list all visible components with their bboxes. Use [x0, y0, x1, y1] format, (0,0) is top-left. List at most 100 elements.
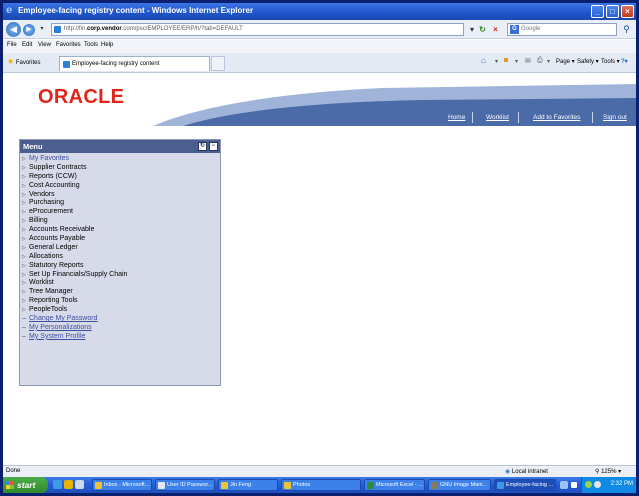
taskbar-label: Inbox - Microsoft...	[104, 482, 150, 488]
taskbar-button-folder[interactable]: Jin Feng	[218, 479, 278, 491]
menu-item[interactable]: ▷ Supplier Contracts	[22, 164, 218, 173]
refresh-pagelet-icon[interactable]: ↻	[198, 142, 207, 151]
feeds-icon[interactable]: ◙	[504, 57, 508, 64]
security-zone: ◉ Local intranet	[505, 468, 548, 475]
mail-icon[interactable]: ✉	[525, 57, 531, 65]
menu-tools[interactable]: Tools	[84, 42, 98, 48]
taskbar-button-gimp[interactable]: GNU Image Mani...	[428, 479, 491, 491]
zoom-control[interactable]: ⚲ 125% ▾	[595, 468, 621, 475]
url-prefix: http://fin.	[64, 26, 88, 32]
menu-item[interactable]: ▷ Set Up Financials/Supply Chain	[22, 271, 218, 280]
menu-item[interactable]: ▷ Reports (CCW)	[22, 173, 218, 182]
menu-item[interactable]: – Change My Password	[22, 315, 218, 324]
menu-favorites[interactable]: Favorites	[56, 42, 81, 48]
menu-item[interactable]: ▷ Statutory Reports	[22, 262, 218, 271]
menu-title: Menu	[23, 142, 43, 151]
language-icon[interactable]	[560, 481, 568, 489]
worklist-link[interactable]: Worklist	[486, 114, 509, 121]
windows-logo-icon	[6, 481, 14, 489]
expand-triangle-icon: ▷	[22, 271, 26, 278]
help-icon[interactable]: ?▾	[621, 58, 628, 65]
new-tab-button[interactable]	[211, 56, 225, 71]
menu-item[interactable]: ▷ Accounts Receivable	[22, 226, 218, 235]
zone-label: Local intranet	[511, 469, 548, 475]
chevron-down-icon[interactable]: ▾	[515, 58, 518, 65]
browser-tab[interactable]: Employee-facing registry content	[59, 56, 210, 71]
menu-item[interactable]: ▷ Vendors	[22, 191, 218, 200]
back-button[interactable]: ◀	[6, 22, 21, 37]
expand-triangle-icon: ▷	[22, 227, 26, 234]
stop-icon[interactable]: ×	[490, 24, 501, 35]
page-menu[interactable]: Page ▾	[556, 58, 575, 65]
menu-item[interactable]: ▷ General Ledger	[22, 244, 218, 253]
taskbar-button-passwords[interactable]: User ID Passwor...	[155, 479, 215, 491]
taskbar-label: Employee-facing ...	[506, 482, 554, 488]
menu-item[interactable]: ▷ Billing	[22, 217, 218, 226]
ie-icon: e	[6, 5, 13, 16]
zoom-icon: ⚲	[595, 469, 600, 475]
menu-item[interactable]: ▷ Purchasing	[22, 199, 218, 208]
network-icon[interactable]	[585, 481, 592, 488]
ie-quicklaunch-icon[interactable]	[53, 480, 62, 489]
chevron-down-icon[interactable]: ▾	[495, 58, 498, 65]
sign-out-link[interactable]: Sign out	[603, 114, 627, 121]
document-icon	[158, 482, 165, 489]
expand-triangle-icon: ▷	[22, 209, 26, 216]
address-bar[interactable]: http://fin.corp.vendor.com/psc/EMPLOYEE/…	[51, 23, 464, 36]
taskbar-button-outlook[interactable]: Inbox - Microsoft...	[92, 479, 152, 491]
help-tray-icon[interactable]	[571, 482, 577, 488]
home-icon[interactable]: ⌂	[481, 56, 486, 65]
menu-help[interactable]: Help	[101, 42, 113, 48]
dash-icon: –	[22, 323, 26, 331]
menu-item[interactable]: ▷ Cost Accounting	[22, 182, 218, 191]
print-icon[interactable]: ⎙	[537, 57, 543, 65]
forward-button[interactable]: ▶	[23, 24, 35, 36]
menu-item[interactable]: – My Personalizations	[22, 324, 218, 333]
start-button[interactable]: start	[3, 477, 48, 493]
menu-edit[interactable]: Edit	[22, 42, 32, 48]
menu-file[interactable]: File	[7, 42, 17, 48]
taskbar-button-excel[interactable]: Microsoft Excel - ...	[364, 479, 425, 491]
menu-item[interactable]: ▷ PeopleTools	[22, 306, 218, 315]
tab-title: Employee-facing registry content	[72, 61, 160, 67]
refresh-icon[interactable]: ↻	[477, 24, 488, 35]
chevron-down-icon[interactable]: ▾	[547, 58, 550, 65]
volume-icon[interactable]	[594, 481, 601, 488]
menu-item[interactable]: ▷ Allocations	[22, 253, 218, 262]
title-bar[interactable]: e Employee-facing registry content - Win…	[3, 3, 636, 20]
explorer-quicklaunch-icon[interactable]	[64, 480, 73, 489]
minimize-pagelet-icon[interactable]: −	[209, 142, 218, 151]
chevron-down-icon[interactable]: ▾	[37, 24, 47, 35]
search-icon[interactable]: ⚲	[620, 23, 633, 36]
excel-icon	[367, 482, 374, 489]
app-quicklaunch-icon[interactable]	[75, 480, 84, 489]
close-button[interactable]: ×	[621, 5, 634, 18]
tools-menu[interactable]: Tools ▾	[601, 58, 620, 65]
taskbar-button-photos[interactable]: Photos	[281, 479, 361, 491]
taskbar-button-ie[interactable]: Employee-facing ...	[494, 479, 556, 491]
favorites-button[interactable]: ★ Favorites	[7, 57, 41, 66]
menu-item[interactable]: ▷ Accounts Payable	[22, 235, 218, 244]
menu-item[interactable]: ▷ Reporting Tools	[22, 297, 218, 306]
menu-item-label: Vendors	[29, 190, 55, 198]
expand-triangle-icon: ▷	[22, 262, 26, 269]
taskbar-label: User ID Passwor...	[167, 482, 213, 488]
minimize-button[interactable]: _	[591, 5, 604, 18]
menu-item[interactable]: ▷ Worklist	[22, 279, 218, 288]
divider	[592, 112, 593, 123]
expand-triangle-icon: ▷	[22, 182, 26, 189]
home-link[interactable]: Home	[448, 114, 465, 121]
menu-item[interactable]: ▷ My Favorites	[22, 155, 218, 164]
menu-view[interactable]: View	[38, 42, 51, 48]
dropdown-icon[interactable]: ▾	[468, 24, 476, 35]
expand-triangle-icon: ▷	[22, 253, 26, 260]
menu-item[interactable]: – My System Profile	[22, 333, 218, 342]
menu-item[interactable]: ▷ Tree Manager	[22, 288, 218, 297]
expand-triangle-icon: ▷	[22, 173, 26, 180]
menu-item[interactable]: ▷ eProcurement	[22, 208, 218, 217]
divider	[472, 112, 473, 123]
safety-menu[interactable]: Safety ▾	[577, 58, 599, 65]
search-input[interactable]: G Google	[507, 23, 617, 36]
add-to-favorites-link[interactable]: Add to Favorites	[533, 114, 580, 121]
maximize-button[interactable]: □	[606, 5, 619, 18]
